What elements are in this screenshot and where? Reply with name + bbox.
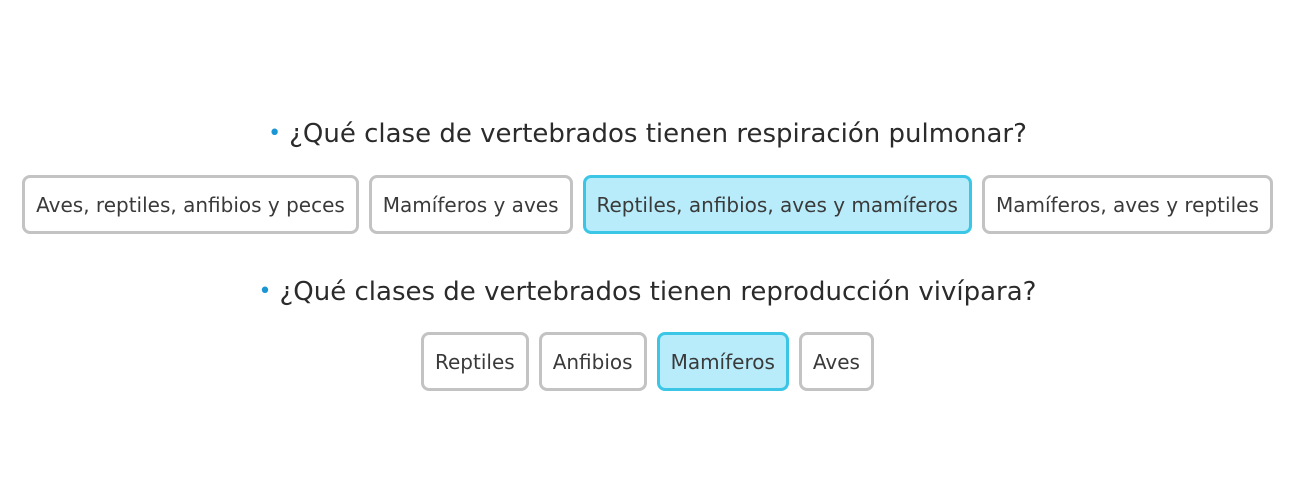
question-2-text: ¿Qué clases de vertebrados tienen reprod… <box>279 277 1037 307</box>
option-reptiles[interactable]: Reptiles <box>421 332 529 391</box>
option-mamiferos[interactable]: Mamíferos <box>656 332 789 391</box>
question-1: • ¿Qué clase de vertebrados tienen respir… <box>0 117 1295 151</box>
question-1-options: Aves, reptiles, anfibios y peces Mamífer… <box>0 175 1295 234</box>
question-1-text: ¿Qué clase de vertebrados tienen respira… <box>289 119 1027 149</box>
bullet-icon: • <box>258 279 272 304</box>
option-reptiles-anfibios-aves-mamiferos[interactable]: Reptiles, anfibios, aves y mamíferos <box>582 175 972 234</box>
option-aves[interactable]: Aves <box>798 332 874 391</box>
option-aves-reptiles-anfibios-peces[interactable]: Aves, reptiles, anfibios y peces <box>22 175 359 234</box>
question-2-options: Reptiles Anfibios Mamíferos Aves <box>0 332 1295 391</box>
option-mamiferos-aves[interactable]: Mamíferos y aves <box>368 175 573 234</box>
option-anfibios[interactable]: Anfibios <box>538 332 647 391</box>
question-2: • ¿Qué clases de vertebrados tienen repro… <box>0 275 1295 309</box>
option-mamiferos-aves-reptiles[interactable]: Mamíferos, aves y reptiles <box>981 175 1273 234</box>
bullet-icon: • <box>268 121 282 146</box>
